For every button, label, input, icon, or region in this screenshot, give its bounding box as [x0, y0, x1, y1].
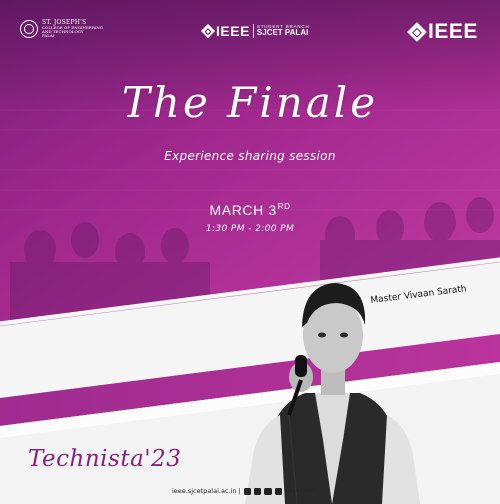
ieee-sb-branch: STUDENT BRANCH SJCET PALAI	[256, 24, 310, 38]
speaker-photo	[245, 283, 420, 504]
college-seal-icon	[20, 20, 38, 38]
ieee-diamond-icon	[200, 23, 216, 39]
student-branch-place: SJCET PALAI	[256, 28, 309, 38]
youtube-icon[interactable]	[263, 487, 272, 495]
logo-divider	[252, 24, 254, 38]
ieee-diamond-icon	[407, 22, 427, 42]
ieee-logo: IEEE	[407, 20, 478, 44]
ieee-student-branch-logo: IEEE STUDENT BRANCH SJCET PALAI	[200, 23, 310, 39]
college-name: ST. JOSEPH'S COLLEGE OF ENGINEERING AND …	[42, 20, 103, 38]
event-date: MARCH 3RD	[0, 202, 500, 218]
instagram-icon[interactable]	[253, 487, 261, 495]
facebook-icon[interactable]	[243, 487, 251, 495]
event-date-text: MARCH 3	[209, 202, 277, 218]
footer-handle[interactable]: ieeesjcet	[286, 487, 315, 495]
footer-website[interactable]: ieee.sjcetpalai.ac.in |	[172, 487, 241, 495]
college-name-line4: PALAI	[42, 33, 55, 38]
series-logo: Technista'23	[28, 446, 182, 472]
ieee-wordmark: IEEE	[428, 20, 478, 43]
linkedin-icon[interactable]	[274, 487, 282, 495]
event-subtitle: Experience sharing session	[164, 149, 336, 163]
college-logo: ST. JOSEPH'S COLLEGE OF ENGINEERING AND …	[20, 20, 103, 38]
ieee-sb-wordmark: IEEE	[216, 23, 250, 39]
event-date-suffix: RD	[277, 202, 291, 211]
header-logos: ST. JOSEPH'S COLLEGE OF ENGINEERING AND …	[0, 0, 500, 60]
event-poster: ST. JOSEPH'S COLLEGE OF ENGINEERING AND …	[0, 0, 500, 504]
event-time: 1:30 PM - 2:00 PM	[205, 224, 295, 234]
footer: ieee.sjcetpalai.ac.in | ieeesjcet	[172, 487, 315, 495]
event-title: The Finale	[121, 78, 379, 127]
